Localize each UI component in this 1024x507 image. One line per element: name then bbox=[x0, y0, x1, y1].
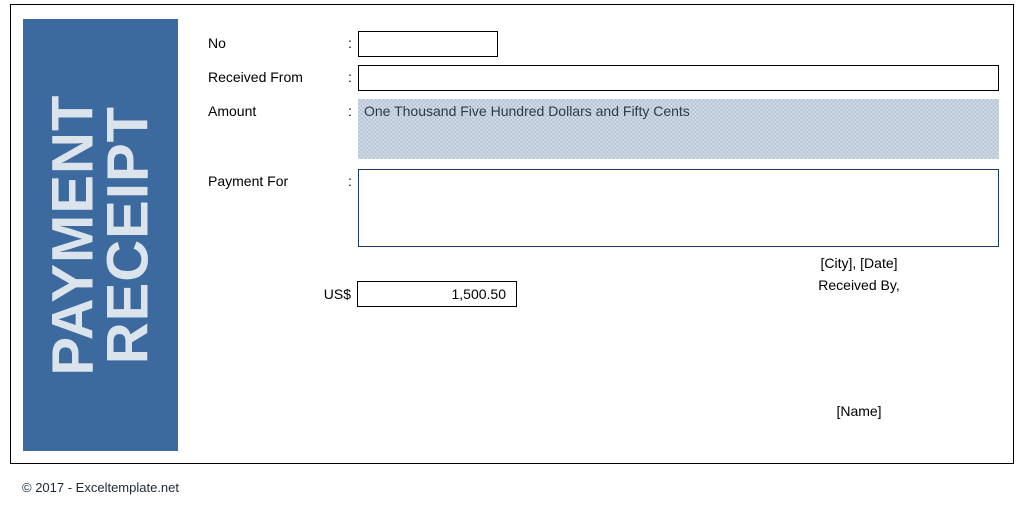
city-date: [City], [Date] bbox=[719, 255, 999, 271]
colon: : bbox=[348, 169, 358, 189]
title-line2: RECEIPT bbox=[96, 106, 161, 364]
received-by-label: Received By, bbox=[719, 277, 999, 293]
title-text: PAYMENT RECEIPT bbox=[45, 95, 155, 376]
footer-copyright: © 2017 - Exceltemplate.net bbox=[22, 480, 179, 495]
signature-name: [Name] bbox=[719, 403, 999, 419]
currency-value[interactable]: 1,500.50 bbox=[357, 281, 517, 307]
amount-words: One Thousand Five Hundred Dollars and Fi… bbox=[358, 99, 999, 159]
colon: : bbox=[348, 31, 358, 51]
form-area: No : Received From : Amount : One Thousa… bbox=[208, 31, 999, 255]
signature-section: [City], [Date] Received By, [Name] bbox=[719, 255, 999, 419]
colon: : bbox=[348, 65, 358, 85]
amount-label: Amount bbox=[208, 99, 348, 119]
no-label: No bbox=[208, 31, 348, 51]
receipt-container: PAYMENT RECEIPT No : Received From : Amo… bbox=[10, 4, 1014, 464]
no-input[interactable] bbox=[358, 31, 498, 57]
row-no: No : bbox=[208, 31, 999, 57]
row-amount: Amount : One Thousand Five Hundred Dolla… bbox=[208, 99, 999, 159]
payment-for-input[interactable] bbox=[358, 169, 999, 247]
received-from-input[interactable] bbox=[358, 65, 999, 91]
title-banner: PAYMENT RECEIPT bbox=[23, 19, 178, 451]
payment-for-label: Payment For bbox=[208, 169, 348, 189]
row-payment-for: Payment For : bbox=[208, 169, 999, 247]
received-from-label: Received From bbox=[208, 65, 348, 85]
colon: : bbox=[348, 99, 358, 119]
currency-label: US$ bbox=[301, 286, 357, 302]
row-received-from: Received From : bbox=[208, 65, 999, 91]
